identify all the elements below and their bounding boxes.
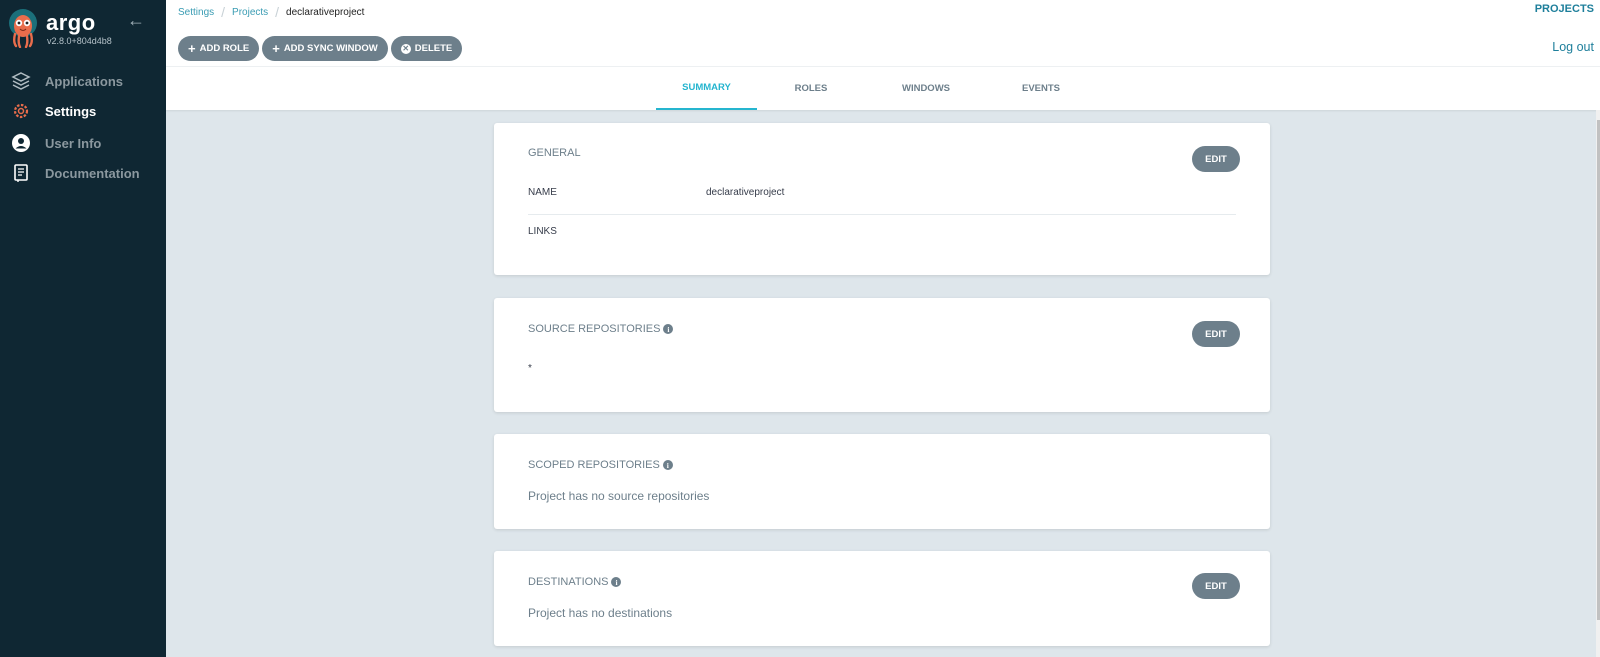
breadcrumb-separator: / [275,4,280,20]
page-scrollbar[interactable] [1596,110,1600,657]
sidebar-item-label: User Info [45,135,102,151]
tab-events[interactable]: EVENTS [1001,67,1081,110]
scoped-repositories-card: SCOPED REPOSITORIES i Project has no sou… [494,434,1270,529]
plus-icon: + [272,41,280,56]
scoped-repositories-empty: Project has no source repositories [528,489,710,503]
sidebar: argo v2.8.0+804d4b8 ← Applications Setti… [0,0,166,657]
argo-logo-icon [9,9,37,48]
general-card: GENERAL EDIT NAME declarativeproject LIN… [494,123,1270,275]
scoped-repositories-title: SCOPED REPOSITORIES [528,459,660,471]
user-circle-icon [11,133,31,153]
sidebar-item-settings[interactable]: Settings [0,97,166,125]
page-title: PROJECTS [1534,3,1594,15]
top-bar: Settings / Projects / declarativeproject… [166,0,1600,67]
add-sync-window-button[interactable]: + ADD SYNC WINDOW [262,36,388,61]
destinations-empty: Project has no destinations [528,606,673,620]
close-circle-icon: ✕ [400,43,411,54]
links-label: LINKS [528,226,557,237]
book-icon [11,163,31,183]
edit-general-button[interactable]: EDIT [1192,146,1240,172]
source-repositories-card: SOURCE REPOSITORIES i EDIT * [494,298,1270,412]
name-value: declarativeproject [706,187,785,198]
breadcrumb: Settings / Projects / declarativeproject [178,4,364,20]
add-sync-window-label: ADD SYNC WINDOW [283,43,378,54]
destinations-card: DESTINATIONS i EDIT Project has no desti… [494,551,1270,646]
general-title: GENERAL [528,147,581,159]
scoped-repositories-title-wrap: SCOPED REPOSITORIES i [528,459,673,471]
version-label: v2.8.0+804d4b8 [47,36,112,46]
breadcrumb-current: declarativeproject [286,6,365,18]
edit-source-repositories-button[interactable]: EDIT [1192,321,1240,347]
tab-summary[interactable]: SUMMARY [656,67,757,110]
add-role-button[interactable]: + ADD ROLE [178,36,260,61]
destinations-title-wrap: DESTINATIONS i [528,576,622,588]
sidebar-item-label: Applications [45,73,124,89]
sidebar-item-label: Settings [45,103,97,119]
sidebar-item-user-info[interactable]: User Info [0,129,166,157]
tab-roles[interactable]: ROLES [776,67,846,110]
info-icon[interactable]: i [663,324,674,334]
destinations-title: DESTINATIONS [528,576,609,588]
info-icon[interactable]: i [662,460,673,470]
source-repositories-title-wrap: SOURCE REPOSITORIES i [528,323,674,335]
gear-icon [11,101,31,121]
source-repository-item: * [528,363,532,374]
plus-icon: + [188,41,196,56]
layers-icon [11,71,31,91]
action-bar: + ADD ROLE + ADD SYNC WINDOW ✕ DELETE [178,36,463,61]
edit-destinations-button[interactable]: EDIT [1192,573,1240,599]
breadcrumb-separator: / [221,4,226,20]
breadcrumb-projects[interactable]: Projects [232,7,268,18]
delete-label: DELETE [414,43,453,54]
sidebar-item-applications[interactable]: Applications [0,67,166,95]
divider [528,214,1236,215]
breadcrumb-settings[interactable]: Settings [178,7,214,18]
brand-name: argo [46,10,96,35]
delete-button[interactable]: ✕ DELETE [390,36,463,61]
tab-windows[interactable]: WINDOWS [881,67,971,110]
name-label: NAME [528,187,557,198]
sidebar-item-label: Documentation [45,165,140,181]
tab-bar: SUMMARY ROLES WINDOWS EVENTS [166,67,1600,110]
sidebar-item-documentation[interactable]: Documentation [0,159,166,187]
add-role-label: ADD ROLE [199,43,250,54]
collapse-sidebar-arrow-left-icon[interactable]: ← [127,10,145,31]
info-icon[interactable]: i [611,577,622,587]
logout-link[interactable]: Log out [1552,40,1594,54]
source-repositories-title: SOURCE REPOSITORIES [528,323,661,335]
